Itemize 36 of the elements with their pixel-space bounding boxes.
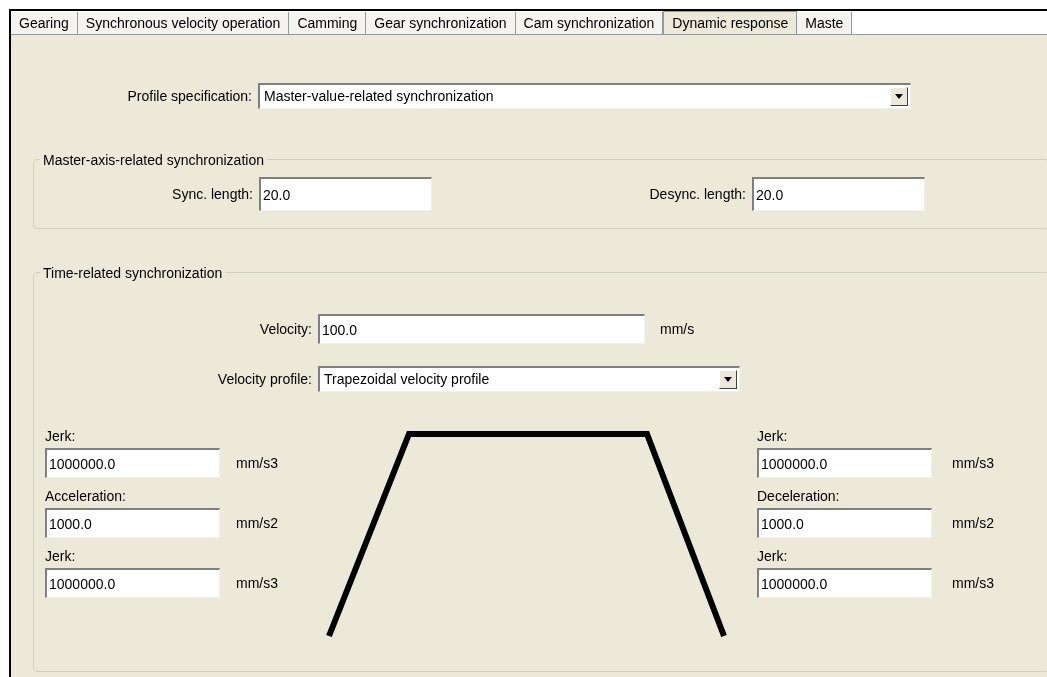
profile-dropdown[interactable]: Master-value-related synchronization [258, 83, 911, 109]
tab[interactable]: Camming [289, 12, 367, 34]
field-label: Jerk: [45, 427, 77, 446]
tab[interactable]: Synchronous velocity operation [77, 12, 290, 34]
field-label: Deceleration: [757, 487, 841, 506]
number-field[interactable]: 1000.0 [45, 508, 220, 538]
number-field[interactable]: 1000000.0 [757, 568, 932, 598]
tab[interactable]: Maste [797, 12, 853, 34]
unit-label: mm/s3 [236, 573, 278, 593]
unit-label: mm/s [660, 319, 695, 339]
velocity-field[interactable]: 100.0 [318, 314, 645, 344]
tab[interactable]: Cam synchronization [515, 12, 664, 34]
number-field[interactable]: 1000000.0 [45, 448, 220, 478]
sync-length-field[interactable]: 20.0 [259, 177, 432, 211]
unit-label: mm/s3 [236, 453, 278, 473]
field-label: Desync. length: [648, 184, 747, 204]
unit-label: mm/s2 [236, 513, 278, 533]
field-label: Sync. length: [171, 184, 254, 204]
number-field[interactable]: 1000000.0 [757, 448, 932, 478]
tab[interactable]: Gear synchronization [366, 12, 516, 34]
unit-label: mm/s2 [952, 513, 994, 533]
tab[interactable]: Gearing [11, 12, 78, 34]
number-field[interactable]: 1000.0 [757, 508, 932, 538]
field-label: Velocity: [258, 319, 313, 339]
number-field[interactable]: 1000000.0 [45, 568, 220, 598]
field-label: Acceleration: [45, 487, 127, 506]
field-label: Jerk: [45, 547, 77, 566]
unit-label: mm/s3 [952, 573, 994, 593]
velocity-profile-dropdown[interactable]: Trapezoidal velocity profile [318, 366, 740, 392]
field-label: Jerk: [757, 427, 789, 446]
field-label: Jerk: [757, 547, 789, 566]
unit-label: mm/s3 [952, 453, 994, 473]
desync-length-field[interactable]: 20.0 [752, 177, 925, 211]
field-label: Velocity profile: [216, 369, 313, 389]
tab[interactable]: Dynamic response [663, 11, 798, 34]
field-label: Profile specification: [126, 86, 253, 106]
